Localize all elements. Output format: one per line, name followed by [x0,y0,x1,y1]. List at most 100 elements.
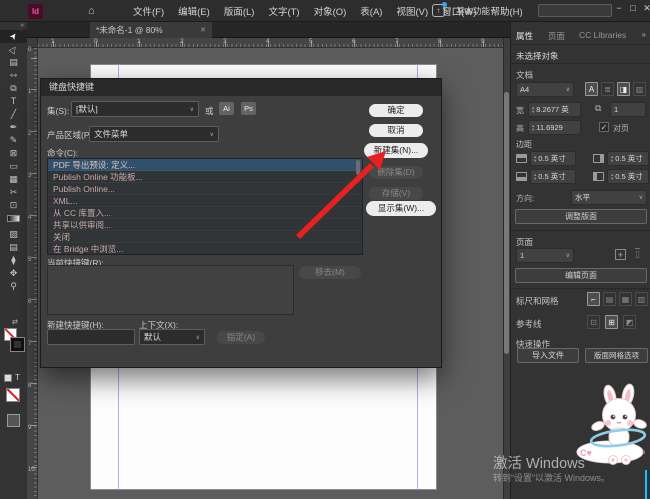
minimize-button[interactable]: − [613,3,625,13]
layout-grid-options-button[interactable]: 版面网格选项 [585,348,648,363]
command-item[interactable]: XML... [48,195,362,207]
dialog-title[interactable]: 键盘快捷键 [41,79,441,96]
tool-line[interactable]: ╱ [0,108,27,121]
delete-page-icon[interactable]: ▯ [635,249,640,260]
doc-setup-spread-icon[interactable]: ▥ [633,82,646,96]
close-button[interactable]: ✕ [641,3,650,14]
show-guides-icon[interactable]: ⊡ [587,315,600,329]
workspace-switcher[interactable]: 基本功能∨ [456,5,497,17]
command-item[interactable]: Publish Online 功能板... [48,171,362,183]
tab-close-icon[interactable]: ✕ [200,26,206,34]
swap-fill-stroke-icon[interactable]: ⇄ [12,318,18,326]
command-item[interactable]: 在 Bridge 中浏览... [48,243,362,255]
list-scrollbar-thumb[interactable] [356,160,360,175]
maximize-button[interactable]: □ [627,3,639,13]
tool-page[interactable]: ▤ [0,56,27,69]
assign-button[interactable]: 指定(A) [217,331,265,344]
stroke-swatch[interactable] [11,338,24,351]
menu-文字(T)[interactable]: 文字(T) [261,4,306,18]
tool-gradient[interactable] [0,215,27,228]
doc-setup-save-preset-icon[interactable]: ◨ [617,82,630,96]
current-page-dropdown[interactable]: 1∨ [516,248,574,263]
save-button[interactable]: 存储(V) [369,187,423,200]
scrollbar-thumb[interactable] [504,92,509,354]
show-set-button[interactable]: 显示集(W)... [366,201,436,216]
margin-bottom-field[interactable]: ▴▾0.5 英寸 [530,169,576,184]
tool-gradient-feather[interactable]: ▨ [0,228,27,241]
show-rulers-icon[interactable]: ⌐ [587,292,600,306]
tool-hand[interactable]: ✥ [0,267,27,280]
import-file-button[interactable]: 导入文件 [517,348,579,363]
menu-对象(O)[interactable]: 对象(O) [307,4,354,18]
tab-properties[interactable]: 属性 [516,30,533,42]
tool-zoom[interactable]: ⚲ [0,280,27,293]
tool-rectangle[interactable]: ▭ [0,160,27,173]
menu-表(A)[interactable]: 表(A) [353,4,389,18]
add-page-icon[interactable]: + [615,249,626,260]
document-grid-icon[interactable]: ▦ [619,292,632,306]
command-item[interactable]: Publish Online... [48,183,362,195]
height-field[interactable]: ▴▾11.6929 [528,120,581,135]
tab-cc-libraries[interactable]: CC Libraries [579,30,626,40]
column-grid-icon[interactable]: ▥ [635,292,648,306]
toolbar-collapse-icon[interactable]: » [0,22,27,30]
collapse-panel-icon[interactable]: » [642,30,646,39]
formatting-affects-container-icon[interactable] [4,374,12,382]
tool-eyedropper[interactable]: ⧫ [0,254,27,267]
photoshop-set-button[interactable]: Ps [241,102,256,115]
menu-视图(V)[interactable]: 视图(V) [389,4,435,18]
home-icon[interactable]: ⌂ [88,4,95,18]
width-field[interactable]: ▴▾8.2677 英 [528,102,581,117]
tool-gap[interactable]: ⇿ [0,69,27,82]
search-input[interactable] [538,4,612,17]
context-dropdown[interactable]: 默认∨ [139,329,205,345]
command-item[interactable]: 关闭 [48,231,362,243]
apply-none-swatch[interactable] [6,388,20,402]
product-area-dropdown[interactable]: 文件菜单∨ [89,126,219,142]
menu-编辑(E)[interactable]: 编辑(E) [171,4,217,18]
tab-pages[interactable]: 页面 [548,30,565,42]
tool-scissors[interactable]: ✂ [0,186,27,199]
orientation-dropdown[interactable]: 水平∨ [571,190,647,205]
new-shortcut-input[interactable] [47,329,135,345]
menu-版面(L)[interactable]: 版面(L) [217,4,262,18]
current-shortcuts-box[interactable] [47,265,294,315]
page-size-dropdown[interactable]: A4∨ [516,82,574,97]
margin-left-field[interactable]: ▴▾0.5 英寸 [607,169,649,184]
illustrator-set-button[interactable]: Ai [219,102,234,115]
margin-right-field[interactable]: ▴▾0.5 英寸 [607,151,649,166]
commands-list[interactable]: PDF 导出预设: 定义...Publish Online 功能板...Publ… [47,158,363,255]
facing-pages-checkbox[interactable]: ✓ [599,122,609,132]
pages-count-field[interactable]: 1 [610,102,646,117]
smart-guides-icon[interactable]: ◩ [623,315,636,329]
lock-guides-icon[interactable]: ⊞ [605,315,618,329]
adjust-layout-button[interactable]: 调整版面 [515,209,647,224]
tool-rectangle-frame[interactable]: ⊠ [0,147,27,160]
tool-free-transform[interactable]: ⊡ [0,199,27,212]
ok-button[interactable]: 确定 [369,104,423,117]
tool-table[interactable]: ▦ [0,173,27,186]
doc-setup-portrait-icon[interactable]: A [585,82,598,96]
command-item[interactable]: 从 CC 库置入... [48,207,362,219]
baseline-grid-icon[interactable]: ▤ [603,292,616,306]
tool-pen[interactable]: ✒ [0,121,27,134]
tool-content-collector[interactable]: ⧉ [0,82,27,95]
cancel-button[interactable]: 取消 [369,124,423,137]
command-item[interactable]: PDF 导出预设: 定义... [48,159,362,171]
formatting-affects-text-icon[interactable]: T [15,373,20,382]
tool-note[interactable]: ▤ [0,241,27,254]
delete-set-button[interactable]: 删除集(D) [369,166,423,179]
tool-type[interactable]: T [0,95,27,108]
new-set-button[interactable]: 新建集(N)... [364,143,428,158]
document-tab[interactable]: *未命名-1 @ 80% ✕ [90,22,212,38]
edit-pages-button[interactable]: 编辑页面 [515,268,647,283]
tool-pencil[interactable]: ✎ [0,134,27,147]
tool-selection[interactable]: ➤ [0,30,27,43]
margin-top-field[interactable]: ▴▾0.5 英寸 [530,151,576,166]
screen-mode-button[interactable] [7,414,20,427]
set-dropdown[interactable]: [默认]∨ [71,101,199,117]
doc-setup-bleed-icon[interactable]: ≣ [601,82,614,96]
tool-direct-selection[interactable]: ▷ [0,43,27,56]
command-item[interactable]: 共享以供审阅... [48,219,362,231]
menu-文件(F)[interactable]: 文件(F) [126,4,171,18]
